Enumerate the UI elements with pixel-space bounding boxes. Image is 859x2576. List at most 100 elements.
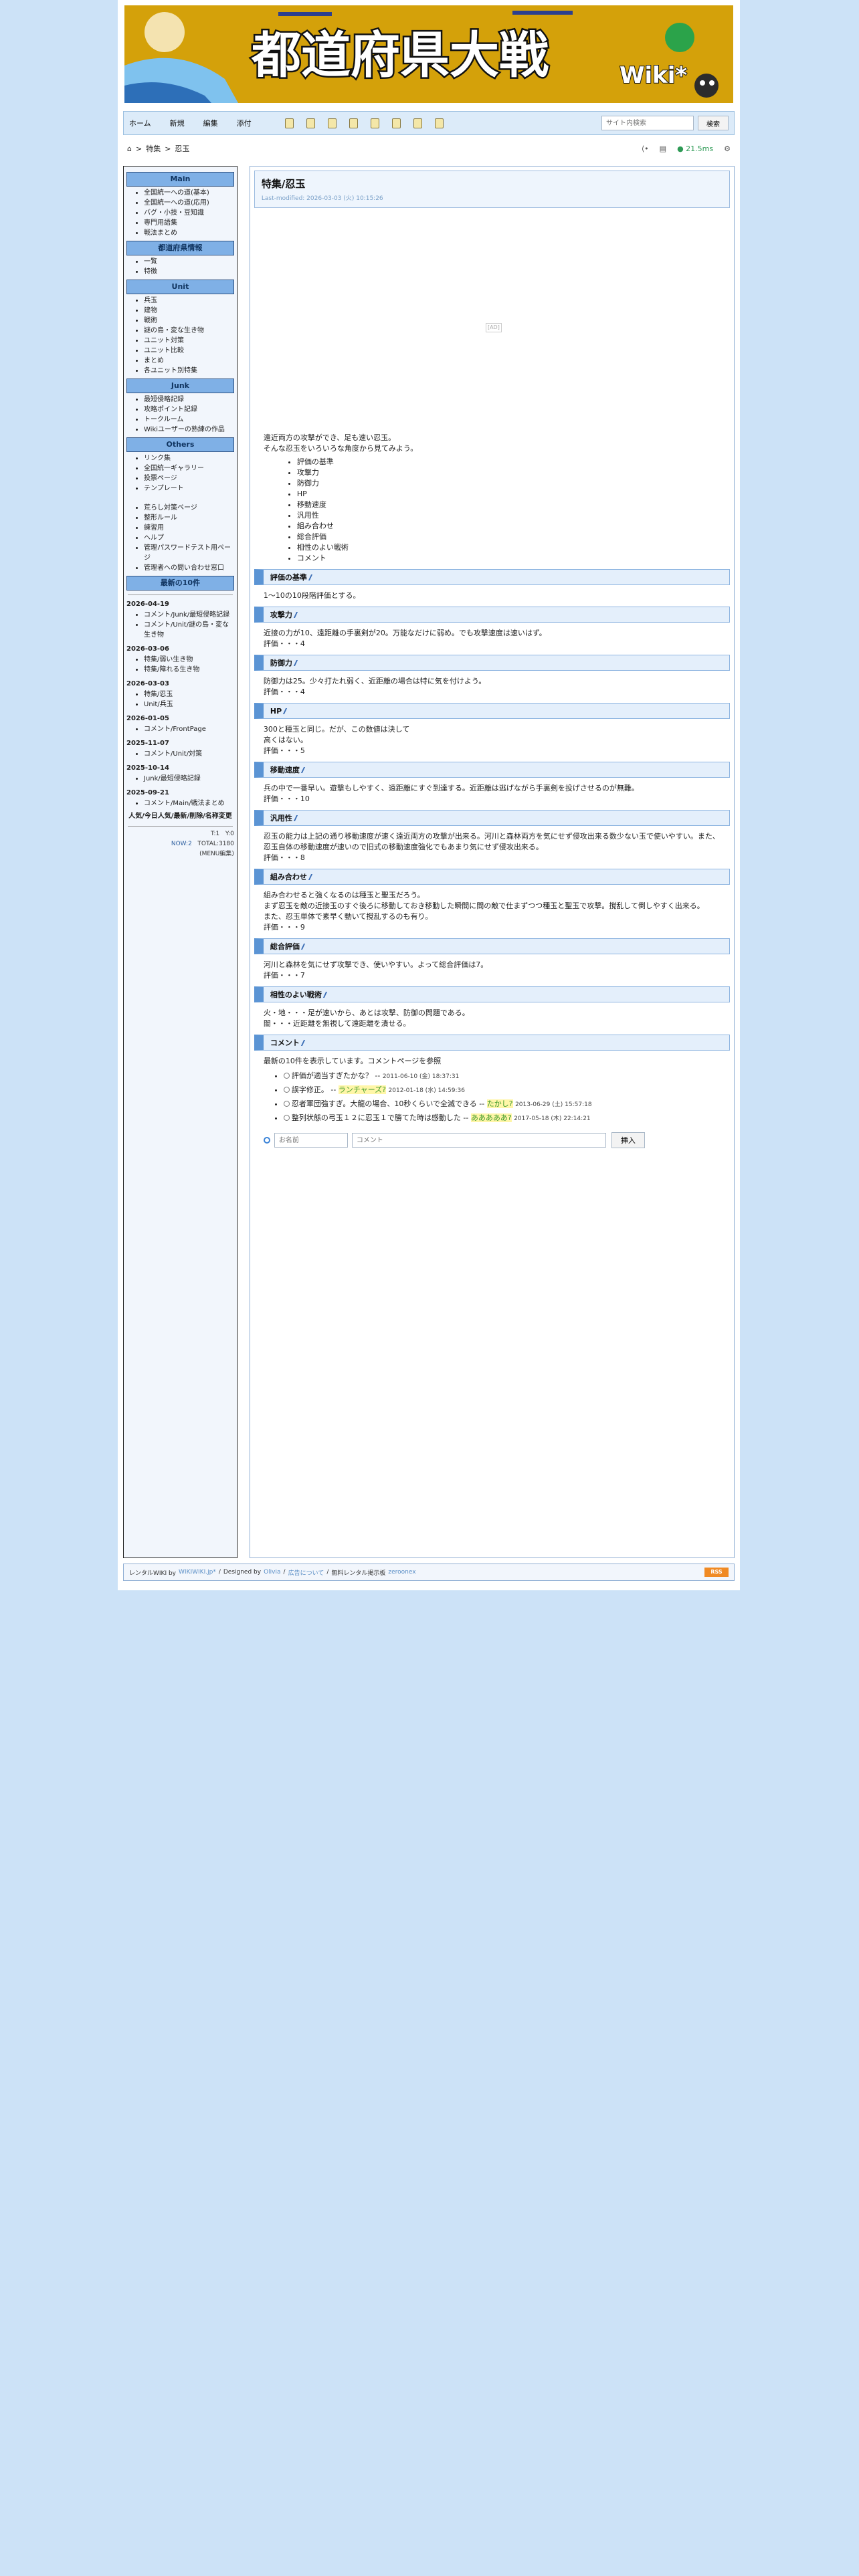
comment-author[interactable]: たかし? xyxy=(486,1099,513,1108)
sidebar-item[interactable]: 攻略ポイント記録 xyxy=(144,405,234,415)
search-button[interactable]: 検索 xyxy=(698,116,729,130)
recent-item[interactable]: Unit/兵玉 xyxy=(144,700,234,710)
comment-author[interactable]: あああああ? xyxy=(470,1113,512,1122)
new-page-icon[interactable] xyxy=(284,118,294,128)
popular-links[interactable]: 人気/今日人気/最新/削除/名称変更 xyxy=(126,811,234,822)
sidebar-item[interactable]: 全国統一への道(基本) xyxy=(144,188,234,198)
toc-item[interactable]: 汎用性 xyxy=(297,510,721,521)
sidebar-item[interactable]: 管理者への問い合わせ窓口 xyxy=(144,563,234,573)
sidebar-item[interactable]: 練習用 xyxy=(144,523,234,533)
sidebar-item[interactable]: まとめ xyxy=(144,356,234,366)
edit-pencil-icon[interactable] xyxy=(293,815,301,821)
sidebar-item[interactable]: 全国統一への道(応用) xyxy=(144,198,234,208)
recent-icon[interactable] xyxy=(434,118,444,128)
edit-pencil-icon[interactable] xyxy=(283,708,291,714)
attach-icon[interactable] xyxy=(370,118,379,128)
recent-item[interactable]: 特集/障れる生き物 xyxy=(144,665,234,675)
edit-pencil-icon[interactable] xyxy=(322,991,330,998)
rss-icon[interactable]: RSS xyxy=(704,1568,729,1577)
toc-item[interactable]: 組み合わせ xyxy=(297,521,721,532)
sidebar-item[interactable]: 特徴 xyxy=(144,267,234,277)
recent-item[interactable]: コメント/FrontPage xyxy=(144,724,234,734)
footer-host-link[interactable]: WIKIWIKI.jp* xyxy=(179,1569,216,1576)
toc-item[interactable]: HP xyxy=(297,489,721,500)
sidebar-item[interactable]: 荒らし対策ページ xyxy=(144,503,234,513)
sidebar-item[interactable]: ユニット対策 xyxy=(144,336,234,346)
sidebar-item[interactable]: 戦術 xyxy=(144,316,234,326)
sidebar-item[interactable]: 整形ルール xyxy=(144,513,234,523)
site-banner[interactable]: 都道府県大戦 Wiki* xyxy=(123,4,735,104)
edit-pencil-icon[interactable] xyxy=(308,873,316,880)
home-icon[interactable]: ⌂ xyxy=(127,144,132,153)
edit-pencil-icon[interactable] xyxy=(300,766,308,773)
list-icon[interactable] xyxy=(413,118,422,128)
rename-icon[interactable] xyxy=(391,118,401,128)
sidebar-item[interactable]: 兵玉 xyxy=(144,296,234,306)
sidebar-item[interactable]: バグ・小技・豆知識 xyxy=(144,208,234,218)
recent-item[interactable]: コメント/Unit/対策 xyxy=(144,749,234,759)
comment-text-input[interactable] xyxy=(351,1133,606,1148)
recent-item[interactable]: 特集/弱い生き物 xyxy=(144,655,234,665)
sidebar-item[interactable]: 各ユニット別特集 xyxy=(144,366,234,376)
sidebar-item[interactable]: テンプレート xyxy=(144,484,234,494)
breadcrumb-current[interactable]: 忍玉 xyxy=(175,143,189,154)
comment-submit-button[interactable]: 挿入 xyxy=(611,1132,645,1148)
toc-item[interactable]: 相性のよい戦術 xyxy=(297,542,721,553)
recent-item[interactable]: コメント/Junk/最短侵略記録 xyxy=(144,610,234,620)
recent-item[interactable]: Junk/最短侵略記録 xyxy=(144,774,234,784)
nav-home-link[interactable]: ホーム xyxy=(129,118,151,128)
sidebar-item[interactable]: 謎の島・変な生き物 xyxy=(144,326,234,336)
edit-pencil-icon[interactable] xyxy=(293,611,301,618)
comment-radio[interactable] xyxy=(283,1115,290,1121)
recent-item[interactable]: コメント/Unit/謎の島・変な生き物 xyxy=(144,620,234,640)
sidebar-item[interactable]: ヘルプ xyxy=(144,533,234,543)
sidebar-item[interactable]: 専門用語集 xyxy=(144,218,234,228)
ad-placeholder[interactable]: [AD] xyxy=(485,323,502,332)
nav-new-link[interactable]: 新規 xyxy=(170,118,185,128)
nav-attach-link[interactable]: 添付 xyxy=(237,118,252,128)
sidebar-item[interactable]: 全国統一ギャラリー xyxy=(144,463,234,473)
toc-item[interactable]: 総合評価 xyxy=(297,532,721,542)
diff-icon[interactable] xyxy=(327,118,337,128)
comment-radio[interactable] xyxy=(283,1101,290,1107)
sidebar-item[interactable]: 一覧 xyxy=(144,257,234,267)
nav-edit-link[interactable]: 編集 xyxy=(203,118,218,128)
menu-edit-link[interactable]: (MENU編集) xyxy=(126,849,234,859)
sidebar-item[interactable]: 戦法まとめ xyxy=(144,228,234,238)
toc-item[interactable]: 防御力 xyxy=(297,478,721,489)
search-input[interactable] xyxy=(601,116,694,130)
comment-name-input[interactable] xyxy=(274,1133,348,1148)
comment-radio[interactable] xyxy=(283,1073,290,1079)
sidebar-item[interactable]: Wikiユーザーの熟練の作品 xyxy=(144,425,234,435)
edit-pencil-icon[interactable] xyxy=(300,943,308,950)
breadcrumb-feature[interactable]: 特集 xyxy=(146,143,161,154)
backup-icon[interactable] xyxy=(349,118,358,128)
footer-designer-link[interactable]: Olivia xyxy=(264,1569,280,1576)
toc-item[interactable]: 攻撃力 xyxy=(297,467,721,478)
recent-item[interactable]: コメント/Main/戦法まとめ xyxy=(144,798,234,809)
sidebar-item[interactable]: リンク集 xyxy=(144,453,234,463)
sidebar-item[interactable]: 建物 xyxy=(144,306,234,316)
copy-page-icon[interactable] xyxy=(306,118,315,128)
footer-ad-link[interactable]: 広告について xyxy=(288,1568,324,1577)
toc-item[interactable]: 移動速度 xyxy=(297,500,721,510)
toc-item[interactable]: コメント xyxy=(297,553,721,564)
comment-radio[interactable] xyxy=(283,1087,290,1093)
share-icon[interactable]: ⟨• xyxy=(642,144,649,153)
history-icon[interactable]: ▤ xyxy=(660,144,666,153)
comment-form-radio[interactable] xyxy=(263,1137,270,1144)
gear-icon[interactable]: ⚙ xyxy=(724,144,731,153)
footer-zeroone-link[interactable]: zeroonex xyxy=(388,1569,415,1576)
comment-author[interactable]: ランチャーズ? xyxy=(338,1085,387,1094)
recent-item[interactable]: 特集/忍玉 xyxy=(144,689,234,700)
toc-item[interactable]: 評価の基準 xyxy=(297,457,721,467)
sidebar-item[interactable]: 最短侵略記録 xyxy=(144,395,234,405)
edit-pencil-icon[interactable] xyxy=(300,1039,308,1046)
comment-note[interactable]: 最新の10件を表示しています。コメントページを参照 xyxy=(264,1056,721,1067)
sidebar-item[interactable]: 投票ページ xyxy=(144,473,234,484)
sidebar-item[interactable]: ユニット比較 xyxy=(144,346,234,356)
edit-pencil-icon[interactable] xyxy=(308,574,316,580)
sidebar-item[interactable]: 管理パスワードテスト用ページ xyxy=(144,543,234,563)
sidebar-item[interactable]: トークルーム xyxy=(144,415,234,425)
edit-pencil-icon[interactable] xyxy=(293,659,301,666)
